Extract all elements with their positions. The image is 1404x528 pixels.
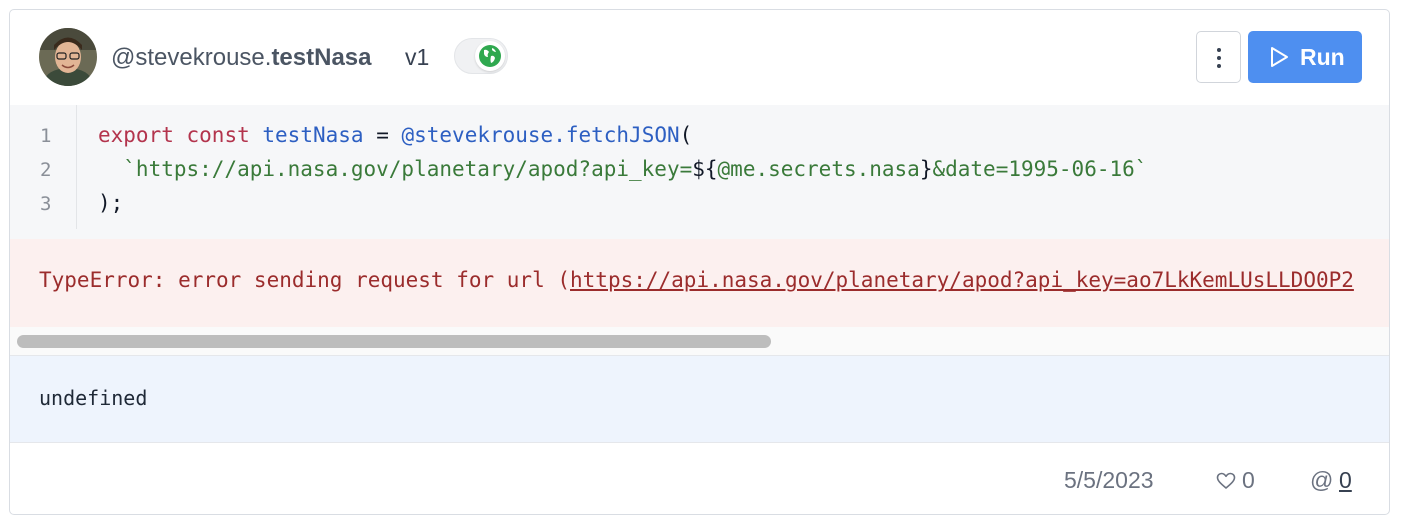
error-output: TypeError: error sending request for url… — [10, 239, 1389, 328]
more-options-button[interactable] — [1196, 31, 1241, 83]
user-avatar[interactable] — [39, 28, 97, 86]
code-line[interactable]: ); — [98, 191, 123, 215]
version-label[interactable]: v1 — [405, 44, 429, 71]
interpolation-open: ${ — [692, 157, 718, 181]
toggle-knob — [475, 41, 505, 71]
result-output: undefined — [10, 356, 1389, 443]
val-name[interactable]: testNasa — [271, 44, 371, 71]
result-value: undefined — [39, 386, 148, 410]
operator: = — [363, 123, 402, 147]
string-literal: &date=1995-06-16` — [932, 157, 1148, 181]
globe-icon — [479, 45, 501, 67]
code-editor[interactable]: 1 export const testNasa = @stevekrouse.f… — [10, 105, 1389, 240]
scrollbar-thumb[interactable] — [17, 335, 771, 348]
paren: ( — [679, 123, 693, 147]
paren: ); — [98, 191, 124, 215]
at-icon: @ — [1310, 467, 1334, 493]
code-line[interactable]: `https://api.nasa.gov/planetary/apod?api… — [98, 157, 1147, 181]
keyword: const — [186, 123, 250, 147]
line-number: 3 — [40, 193, 52, 215]
code-line[interactable]: export const testNasa = @stevekrouse.fet… — [98, 123, 692, 147]
play-icon — [1271, 47, 1288, 67]
val-footer: 5/5/2023 0 @ 0 — [10, 443, 1389, 514]
string-literal: `https://api.nasa.gov/planetary/apod?api… — [98, 157, 693, 181]
visibility-toggle[interactable] — [454, 38, 508, 74]
error-url-link[interactable]: https://api.nasa.gov/planetary/apod?api_… — [570, 268, 1354, 292]
error-prefix: TypeError: error sending request for url… — [39, 268, 571, 292]
interpolation-close: } — [919, 157, 933, 181]
like-count: 0 — [1242, 467, 1255, 493]
error-message: TypeError: error sending request for url… — [39, 268, 1354, 292]
run-label: Run — [1300, 44, 1345, 70]
interpolation-ref: @me.secrets.nasa — [717, 157, 920, 181]
val-title[interactable]: @stevekrouse.testNasa — [111, 44, 372, 72]
line-number: 2 — [40, 159, 52, 181]
val-card: @stevekrouse.testNasa v1 Run 1 export co… — [9, 9, 1390, 515]
function-call: @stevekrouse.fetchJSON — [401, 123, 680, 147]
created-date: 5/5/2023 — [1064, 467, 1154, 493]
val-header: @stevekrouse.testNasa v1 Run — [10, 10, 1389, 106]
references-count[interactable]: 0 — [1339, 467, 1352, 494]
identifier: testNasa — [262, 123, 364, 147]
line-number: 1 — [40, 125, 52, 147]
run-button[interactable]: Run — [1248, 31, 1362, 83]
heart-icon — [1216, 472, 1236, 489]
keyword: export — [98, 123, 174, 147]
author-handle[interactable]: @stevekrouse. — [111, 44, 271, 71]
horizontal-scrollbar[interactable] — [10, 327, 1389, 356]
